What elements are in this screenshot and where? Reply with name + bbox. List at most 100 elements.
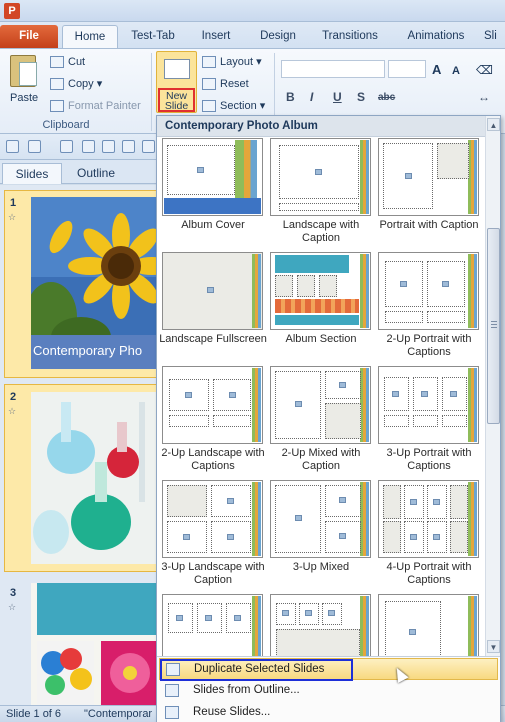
caption-placeholder [437, 143, 469, 179]
picture-icon [205, 615, 212, 621]
grow-font-button[interactable]: A [432, 61, 441, 79]
tab-home[interactable]: Home [62, 25, 118, 48]
picture-icon [410, 499, 417, 505]
reset-button[interactable]: Reset [202, 75, 249, 93]
slide-number: 3 [10, 587, 17, 599]
picture-icon [450, 391, 457, 397]
caption-placeholder [450, 485, 468, 519]
tab-slide-show[interactable]: Sli [484, 25, 505, 48]
new-document-icon[interactable] [82, 140, 95, 153]
layout-3up-landscape-with-caption[interactable]: 3-Up Landscape with Caption [159, 480, 267, 586]
scroll-down-arrow-icon[interactable]: ▼ [487, 640, 500, 653]
layout-button[interactable]: Layout ▾ [202, 53, 262, 71]
print-preview-icon[interactable] [122, 140, 135, 153]
redo-icon[interactable] [60, 140, 73, 153]
text-shadow-button[interactable]: S [357, 90, 365, 104]
new-slide-button[interactable]: New Slide [156, 51, 197, 113]
section-button[interactable]: Section ▾ [202, 97, 265, 115]
tab-file[interactable]: File [0, 25, 58, 48]
caption-placeholder [385, 311, 423, 323]
caption-placeholder [167, 485, 207, 517]
layout-partial[interactable] [267, 594, 375, 656]
two-up-landscape-captions-layout-icon [162, 366, 263, 444]
layout-landscape-with-caption[interactable]: Landscape with Caption [267, 138, 375, 244]
slide-thumbnail-1[interactable]: Contemporary Pho [31, 197, 160, 369]
layout-album-section[interactable]: Album Section [267, 252, 375, 358]
layout-partial[interactable] [159, 594, 267, 656]
customize-toolbar-icon[interactable] [142, 140, 155, 153]
reuse-slides-item[interactable]: Reuse Slides... [159, 702, 498, 722]
tab-insert[interactable]: Insert [190, 25, 242, 48]
undo-icon[interactable] [28, 140, 41, 153]
picture-icon [442, 281, 449, 287]
picture-icon [400, 281, 407, 287]
color-stripe [252, 368, 261, 442]
color-stripe [468, 482, 477, 556]
clear-formatting-icon[interactable]: ⌫ [476, 61, 493, 79]
picture-icon [185, 392, 192, 398]
powerpoint-app-icon[interactable]: P [4, 3, 20, 19]
layout-4up-portrait-with-captions[interactable]: 4-Up Portrait with Captions [375, 480, 483, 586]
cut-button[interactable]: Cut [50, 53, 85, 71]
open-folder-icon[interactable] [102, 140, 115, 153]
layout-gallery: Album Cover Landscape with Caption Portr… [157, 138, 485, 656]
theme-name-status[interactable]: "Contemporar [84, 706, 152, 722]
scrollbar-thumb[interactable] [487, 228, 500, 424]
picture-icon [295, 515, 302, 521]
brush-icon [50, 100, 64, 113]
copy-button[interactable]: Copy ▾ [50, 75, 102, 93]
font-size-select[interactable] [388, 60, 426, 78]
picture-icon [282, 610, 289, 616]
underline-button[interactable]: U [333, 90, 342, 104]
layout-2up-portrait-with-captions[interactable]: 2-Up Portrait with Captions [375, 252, 483, 358]
paste-button[interactable]: Paste [10, 89, 38, 107]
scroll-up-arrow-icon[interactable]: ▲ [487, 118, 500, 131]
caption-placeholder [442, 415, 467, 427]
character-spacing-icon[interactable]: ↔ [478, 90, 490, 104]
slide-thumbnail-2[interactable] [31, 392, 160, 564]
picture-icon [405, 173, 412, 179]
slides-from-outline-item[interactable]: Slides from Outline... [159, 680, 498, 702]
tab-animations[interactable]: Animations [398, 25, 474, 48]
caption-placeholder [169, 415, 209, 427]
tab-transitions[interactable]: Transitions [314, 25, 386, 48]
layout-3up-portrait-with-captions[interactable]: 3-Up Portrait with Captions [375, 366, 483, 472]
color-stripe [468, 140, 477, 214]
italic-button[interactable]: I [310, 90, 313, 104]
tab-test-tab[interactable]: Test-Tab [122, 25, 184, 48]
shrink-font-button[interactable]: A [452, 62, 460, 80]
save-icon[interactable] [6, 140, 19, 153]
caption-placeholder [427, 311, 465, 323]
slides-panel-tabs: Slides Outline [0, 160, 160, 184]
section-icon [202, 100, 216, 113]
tab-design[interactable]: Design [252, 25, 304, 48]
layout-album-cover[interactable]: Album Cover [159, 138, 267, 244]
layout-3up-mixed[interactable]: 3-Up Mixed [267, 480, 375, 586]
bold-button[interactable]: B [286, 90, 295, 104]
tab-outline[interactable]: Outline [64, 163, 128, 184]
layout-partial[interactable] [375, 594, 483, 656]
album-cover-layout-icon [162, 138, 263, 216]
layout-thumbnail [162, 594, 263, 656]
layout-2up-landscape-with-captions[interactable]: 2-Up Landscape with Captions [159, 366, 267, 472]
layout-2up-mixed-with-caption[interactable]: 2-Up Mixed with Caption [267, 366, 375, 472]
picture-icon [305, 610, 312, 616]
duplicate-selected-slides-item[interactable]: Duplicate Selected Slides [159, 658, 498, 683]
portrait-caption-layout-icon [378, 138, 479, 216]
gallery-scrollbar[interactable]: ▲ ▼ [485, 116, 500, 656]
caption-placeholder [325, 403, 361, 439]
layout-name: 3-Up Landscape with Caption [161, 561, 265, 586]
tab-slides[interactable]: Slides [2, 163, 62, 184]
format-painter-button[interactable]: Format Painter [50, 97, 141, 115]
slide-thumbnail-3[interactable] [31, 583, 160, 705]
layout-portrait-with-caption[interactable]: Portrait with Caption [375, 138, 483, 244]
format-painter-label: Format Painter [68, 100, 141, 112]
caption-placeholder [450, 521, 468, 553]
font-name-select[interactable] [281, 60, 385, 78]
layout-landscape-fullscreen[interactable]: Landscape Fullscreen [159, 252, 267, 358]
reset-icon [202, 78, 216, 91]
annotation-highlight-box [160, 659, 353, 681]
caption-placeholder [384, 415, 409, 427]
paste-icon[interactable] [10, 55, 37, 87]
strikethrough-button[interactable]: abc [378, 92, 395, 103]
